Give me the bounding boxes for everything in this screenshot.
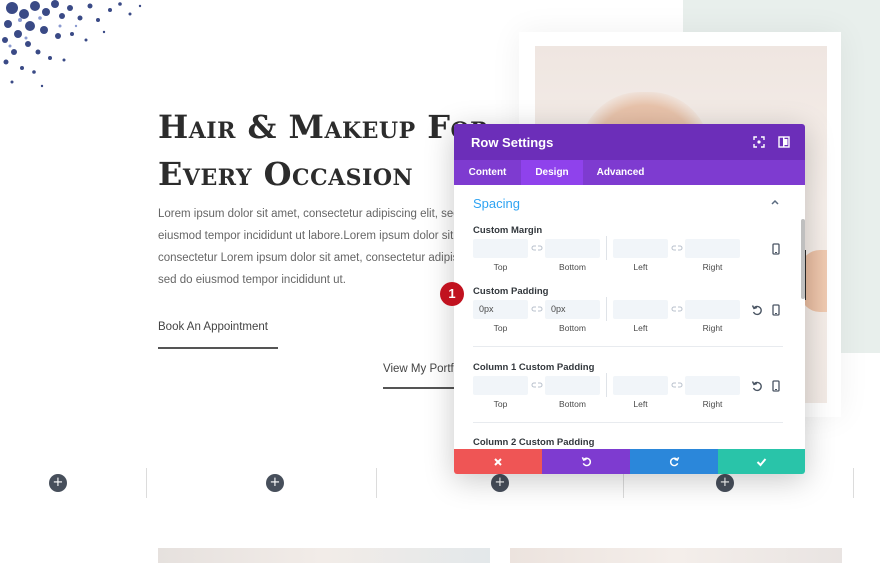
column-1-padding-top-input[interactable] xyxy=(473,376,528,395)
link-icon[interactable] xyxy=(531,305,543,313)
step-badge: 1 xyxy=(440,282,464,306)
tab-advanced[interactable]: Advanced xyxy=(583,160,658,185)
add-module-button[interactable]: + xyxy=(491,474,509,492)
row-settings-modal: Row Settings Content Design Advanced Spa… xyxy=(454,124,805,474)
add-module-button[interactable]: + xyxy=(266,474,284,492)
undo-icon xyxy=(581,457,591,467)
side-label-left: Left xyxy=(633,323,648,333)
side-label-right: Right xyxy=(702,323,723,333)
expand-icon[interactable] xyxy=(752,135,766,149)
column-2-padding-label: Column 2 Custom Padding xyxy=(473,437,595,448)
field-separator xyxy=(606,373,607,397)
padding-top-input[interactable]: 0px xyxy=(473,300,528,319)
add-module-button[interactable]: + xyxy=(49,474,67,492)
modal-title: Row Settings xyxy=(471,135,554,150)
column-1-padding-left-input[interactable] xyxy=(613,376,668,395)
gallery-image xyxy=(510,548,842,563)
hero-title-line-1: Hair & Makeup For xyxy=(158,108,489,146)
side-label-left: Left xyxy=(633,262,648,272)
book-appointment-button[interactable]: Book An Appointment xyxy=(158,321,278,349)
column-divider xyxy=(146,468,147,498)
hero-title-line-2: Every Occasion xyxy=(158,155,414,193)
mobile-icon[interactable] xyxy=(770,380,782,392)
hero-title: Hair & Makeup For Every Occasion xyxy=(158,104,488,198)
add-module-button[interactable]: + xyxy=(716,474,734,492)
chevron-up-icon[interactable] xyxy=(770,197,780,207)
field-separator xyxy=(606,236,607,260)
hero-body-text: Lorem ipsum dolor sit amet, consectetur … xyxy=(158,203,463,291)
column-1-padding-right-input[interactable] xyxy=(685,376,740,395)
padding-left-input[interactable] xyxy=(613,300,668,319)
save-button[interactable] xyxy=(718,449,805,474)
padding-bottom-input[interactable]: 0px xyxy=(545,300,600,319)
custom-padding-label: Custom Padding xyxy=(473,286,549,297)
padding-right-input[interactable] xyxy=(685,300,740,319)
glitter-decoration xyxy=(2,0,142,88)
side-label-bottom: Bottom xyxy=(559,399,586,409)
close-icon xyxy=(494,458,502,466)
link-icon[interactable] xyxy=(531,244,543,252)
reset-icon[interactable] xyxy=(751,304,763,316)
sidebar-toggle-icon[interactable] xyxy=(777,135,791,149)
hero-body-line: Lorem ipsum dolor sit amet, consectetur … xyxy=(158,208,463,220)
hero-body-line: sed do eiusmod tempor incididunt ut. xyxy=(158,274,346,286)
side-label-top: Top xyxy=(493,262,508,272)
modal-tabs: Content Design Advanced xyxy=(454,160,805,185)
modal-footer xyxy=(454,449,805,474)
column-divider xyxy=(853,468,854,498)
redo-icon xyxy=(669,457,679,467)
side-label-right: Right xyxy=(702,399,723,409)
group-separator xyxy=(473,346,783,347)
cancel-button[interactable] xyxy=(454,449,542,474)
side-label-bottom: Bottom xyxy=(559,262,586,272)
side-label-top: Top xyxy=(493,399,508,409)
column-1-padding-bottom-input[interactable] xyxy=(545,376,600,395)
margin-right-input[interactable] xyxy=(685,239,740,258)
reset-icon[interactable] xyxy=(751,380,763,392)
mobile-icon[interactable] xyxy=(770,304,782,316)
link-icon[interactable] xyxy=(531,381,543,389)
spacing-section-title[interactable]: Spacing xyxy=(473,196,520,211)
modal-body: Spacing Custom Margin Top Bottom Left Ri… xyxy=(454,185,805,449)
link-icon[interactable] xyxy=(671,244,683,252)
link-icon[interactable] xyxy=(671,381,683,389)
link-icon[interactable] xyxy=(671,305,683,313)
view-portfolio-button[interactable]: View My Portfolio xyxy=(383,363,458,389)
custom-margin-label: Custom Margin xyxy=(473,225,543,236)
hero-body-line: eiusmod tempor incididunt ut labore.Lore… xyxy=(158,230,463,242)
side-label-bottom: Bottom xyxy=(559,323,586,333)
margin-bottom-input[interactable] xyxy=(545,239,600,258)
check-icon xyxy=(756,458,767,467)
modal-header: Row Settings xyxy=(454,124,805,160)
scrollbar[interactable] xyxy=(801,219,805,299)
tab-content[interactable]: Content xyxy=(454,160,521,185)
side-label-left: Left xyxy=(633,399,648,409)
redo-button[interactable] xyxy=(630,449,718,474)
side-label-top: Top xyxy=(493,323,508,333)
field-separator xyxy=(606,297,607,321)
margin-top-input[interactable] xyxy=(473,239,528,258)
side-label-right: Right xyxy=(702,262,723,272)
undo-button[interactable] xyxy=(542,449,630,474)
margin-left-input[interactable] xyxy=(613,239,668,258)
tab-design[interactable]: Design xyxy=(521,160,583,185)
mobile-icon[interactable] xyxy=(770,243,782,255)
column-1-padding-label: Column 1 Custom Padding xyxy=(473,362,595,373)
hero-body-line: consectetur Lorem ipsum dolor sit amet, … xyxy=(158,252,463,264)
gallery-image xyxy=(158,548,490,563)
group-separator xyxy=(473,422,783,423)
column-divider xyxy=(376,468,377,498)
